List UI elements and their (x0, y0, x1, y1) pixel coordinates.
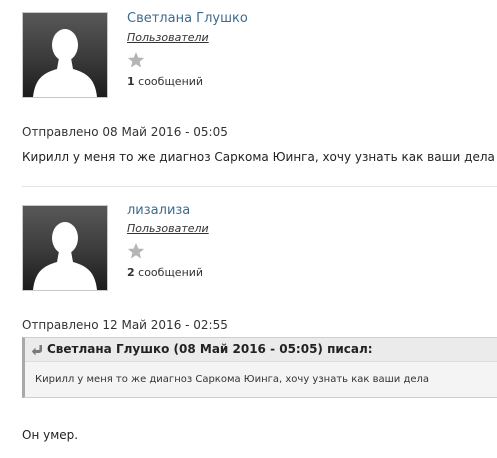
quote-citation: Светлана Глушко (08 Май 2016 - 05:05) пи… (47, 342, 373, 356)
default-avatar-icon (33, 29, 97, 97)
message-count-value: 1 (127, 75, 135, 88)
avatar[interactable] (22, 205, 108, 291)
message-count-value: 2 (127, 266, 135, 279)
rank-star-icon (127, 52, 145, 68)
user-group-link[interactable]: Пользователи (127, 222, 209, 235)
quote-text: Кирилл у меня то же диагноз Саркома Юинг… (35, 374, 430, 385)
post-body: Он умер. (22, 428, 79, 442)
message-count-label: сообщений (138, 266, 204, 279)
message-count: 1 сообщений (127, 75, 203, 88)
forum-post: Светлана Глушко Пользователи 1 сообщений… (0, 0, 497, 185)
quote-block: Светлана Глушко (08 Май 2016 - 05:05) пи… (22, 337, 497, 398)
rank-star-icon (127, 243, 145, 259)
post-separator (22, 186, 497, 187)
quote-arrow-icon (31, 345, 42, 356)
default-avatar-icon (33, 222, 97, 290)
post-date: Отправлено 08 Май 2016 - 05:05 (22, 125, 228, 139)
message-count: 2 сообщений (127, 266, 203, 279)
post-author-link[interactable]: Светлана Глушко (127, 11, 248, 26)
avatar[interactable] (22, 12, 108, 98)
user-group-link[interactable]: Пользователи (127, 31, 209, 44)
quote-header: Светлана Глушко (08 Май 2016 - 05:05) пи… (25, 338, 497, 362)
post-date: Отправлено 12 Май 2016 - 02:55 (22, 318, 228, 332)
post-author-link[interactable]: лизализа (127, 203, 190, 218)
message-count-label: сообщений (138, 75, 204, 88)
post-body: Кирилл у меня то же диагноз Саркома Юинг… (22, 150, 495, 164)
